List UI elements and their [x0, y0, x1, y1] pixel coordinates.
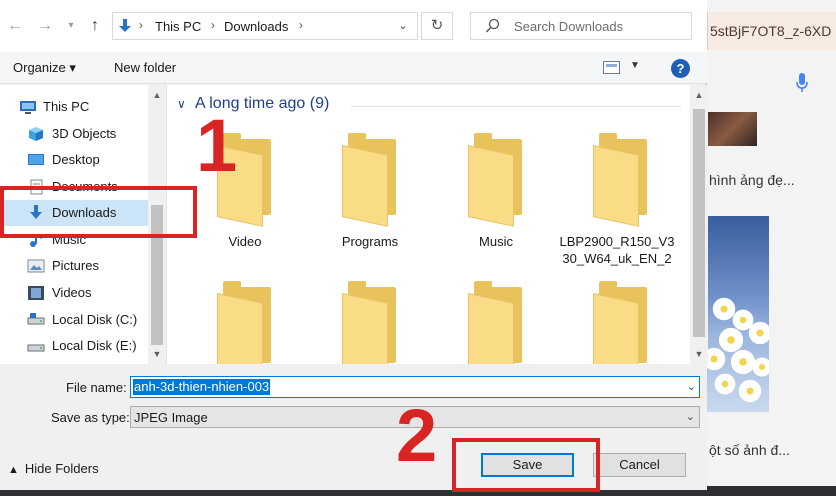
breadcrumb-this-pc[interactable]: This PC [155, 19, 201, 34]
pc-icon [20, 101, 36, 114]
toolbar: Organize ▾ New folder ▼ ? [0, 52, 707, 84]
chevron-down-icon[interactable]: ∨ [177, 97, 186, 111]
cancel-button[interactable]: Cancel [593, 453, 686, 477]
pictures-icon [27, 259, 45, 273]
drive-icon [27, 313, 45, 325]
annotation-step-1: 1 [196, 104, 238, 187]
folder-icon[interactable] [464, 281, 528, 375]
recent-dropdown-icon[interactable]: ▾ [62, 16, 80, 36]
breadcrumb-downloads[interactable]: Downloads [224, 19, 288, 34]
folder-icon[interactable] [589, 133, 653, 227]
breadcrumb-separator: › [211, 18, 215, 32]
folder-icon[interactable] [213, 281, 277, 375]
folder-label[interactable]: LBP2900_R150_V330_W64_uk_EN_2 [559, 233, 675, 267]
file-name-value: anh-3d-thien-nhien-003 [133, 379, 271, 395]
videos-icon [28, 286, 44, 300]
nav-item-3d-objects[interactable]: 3D Objects [0, 121, 148, 147]
search-icon [485, 18, 500, 33]
chevron-down-icon[interactable]: ⌄ [686, 410, 695, 423]
save-type-value: JPEG Image [134, 410, 208, 425]
search-result-text: hình ảng đẹ... [709, 172, 795, 188]
folder-icon[interactable] [338, 281, 402, 375]
cube-icon [29, 127, 43, 141]
chevron-down-icon[interactable]: ⌄ [393, 17, 413, 35]
download-arrow-icon [119, 19, 131, 32]
refresh-button[interactable]: ↻ [421, 12, 453, 40]
annotation-highlight-save [452, 438, 600, 492]
help-icon[interactable]: ? [671, 59, 690, 78]
search-placeholder: Search Downloads [514, 19, 624, 34]
file-list-scrollbar[interactable]: ▲ ▼ [690, 85, 708, 364]
taskbar-strip [0, 490, 707, 496]
nav-item-pictures[interactable]: Pictures [0, 253, 148, 279]
chevron-down-icon[interactable]: ⌄ [687, 380, 696, 393]
back-arrow-icon[interactable]: ← [6, 16, 24, 36]
thumbnail-image [707, 112, 757, 146]
desktop-icon [28, 154, 44, 165]
view-options-icon[interactable] [603, 61, 620, 74]
search-box[interactable]: Search Downloads [470, 12, 692, 40]
browser-url-fragment: 5stBjF7OT8_z-6XD [707, 12, 836, 50]
hide-folders-toggle[interactable]: ▲ Hide Folders [8, 461, 99, 476]
organize-menu[interactable]: Organize ▾ [13, 60, 76, 76]
nav-item-this-pc[interactable]: This PC [0, 94, 148, 120]
breadcrumb-separator: › [139, 18, 143, 32]
microphone-icon [796, 73, 808, 92]
scroll-down-icon[interactable]: ▼ [693, 347, 705, 361]
address-bar[interactable]: › This PC › Downloads › ⌄ [112, 12, 418, 40]
folder-icon[interactable] [589, 281, 653, 375]
file-name-label: File name: [66, 380, 127, 395]
scroll-up-icon[interactable]: ▲ [693, 88, 705, 102]
folder-label[interactable]: Music [431, 233, 561, 250]
chevron-up-icon: ▲ [8, 464, 19, 476]
nav-item-local-disk-e[interactable]: Local Disk (E:) [0, 333, 148, 359]
folder-label[interactable]: Video [180, 233, 310, 250]
drive-icon [27, 344, 45, 352]
nav-item-local-disk-c[interactable]: Local Disk (C:) [0, 307, 148, 333]
save-form: File name: anh-3d-thien-nhien-003 ⌄ Save… [0, 364, 707, 496]
folder-label[interactable]: Programs [305, 233, 435, 250]
taskbar-strip [707, 486, 836, 496]
breadcrumb-separator: › [299, 18, 303, 32]
nav-item-videos[interactable]: Videos [0, 280, 148, 306]
refresh-icon: ↻ [430, 17, 444, 34]
annotation-highlight-downloads [0, 186, 197, 238]
search-result-text: ột số ảnh đ... [709, 442, 790, 458]
chevron-down-icon[interactable]: ▼ [630, 60, 640, 71]
flower-image [707, 216, 769, 412]
scroll-up-icon[interactable]: ▲ [151, 88, 163, 102]
file-list: ∨ A long time ago (9) Video Programs Mus… [166, 85, 708, 375]
hide-folders-label: Hide Folders [24, 461, 99, 476]
save-type-label: Save as type: [51, 410, 130, 425]
scrollbar-thumb[interactable] [693, 109, 705, 337]
nav-item-desktop[interactable]: Desktop [0, 147, 148, 173]
background-browser: 5stBjF7OT8_z-6XD hình ảng đẹ... ột số ản… [707, 0, 836, 496]
scroll-down-icon[interactable]: ▼ [151, 347, 163, 361]
folder-icon[interactable] [464, 133, 528, 227]
folder-icon[interactable] [338, 133, 402, 227]
address-row: ← → ▾ ↑ › This PC › Downloads › ⌄ ↻ Sear… [0, 0, 707, 52]
divider [351, 106, 681, 107]
annotation-step-2: 2 [396, 394, 438, 477]
forward-arrow-icon[interactable]: → [36, 16, 54, 36]
save-as-dialog: ← → ▾ ↑ › This PC › Downloads › ⌄ ↻ Sear… [0, 0, 708, 496]
new-folder-button[interactable]: New folder [114, 60, 176, 75]
up-arrow-icon[interactable]: ↑ [86, 16, 104, 36]
